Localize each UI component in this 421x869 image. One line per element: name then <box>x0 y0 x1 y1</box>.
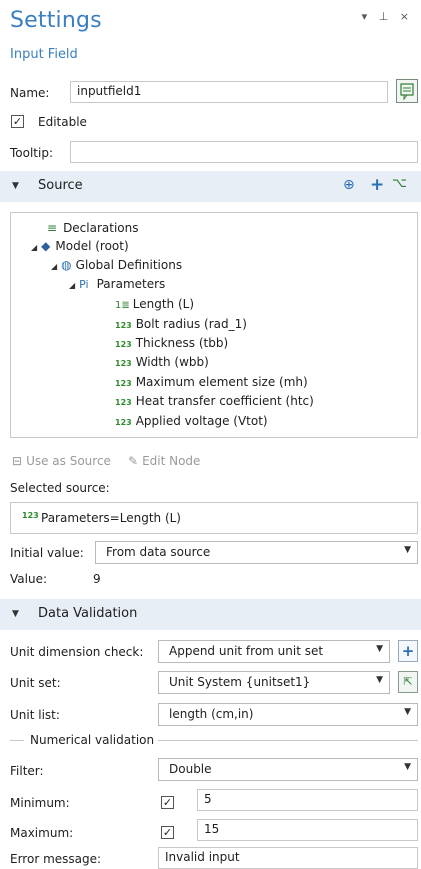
divider <box>158 740 418 741</box>
parameters-icon: Pi <box>79 278 89 291</box>
window-controls[interactable]: ▾ ⊥ × <box>362 10 413 23</box>
go-to-unit-set-button[interactable]: ⇱ <box>398 671 418 693</box>
unit-set-select[interactable]: Unit System {unitset1} ▼ <box>158 671 390 694</box>
tree-item-heat-transfer-coefficient[interactable]: 123 Heat transfer coefficient (htc) <box>115 394 314 408</box>
declarations-icon: ≡ <box>47 221 58 235</box>
minimum-checkbox[interactable]: ✓ <box>161 796 174 809</box>
data-validation-section-title: Data Validation <box>38 606 138 621</box>
chevron-down-icon: ▼ <box>404 762 411 772</box>
tree-item-model[interactable]: ◢ ◆ Model (root) <box>31 239 129 253</box>
selected-source-value: Parameters=Length (L) <box>41 511 181 525</box>
plus-icon: + <box>401 642 415 660</box>
tree-item-length[interactable]: 1≣ Length (L) <box>115 297 194 311</box>
unit-dimension-check-select[interactable]: Append unit from unit set ▼ <box>158 640 390 663</box>
chevron-down-icon: ▼ <box>376 675 383 685</box>
page-subtitle: Input Field <box>10 47 78 62</box>
number-icon: 123 <box>115 359 132 368</box>
numerical-validation-label: Numerical validation <box>30 733 155 747</box>
name-tag-button[interactable] <box>396 79 418 103</box>
selected-source-box: 123 Parameters=Length (L) <box>10 502 418 534</box>
tree-item-global-definitions[interactable]: ◢ ◍ Global Definitions <box>51 258 182 272</box>
expand-icon: ◢ <box>51 262 58 271</box>
model-icon: ◆ <box>41 239 51 253</box>
unit-set-label: Unit set: <box>10 676 61 690</box>
collapse-icon: ▼ <box>12 609 19 619</box>
parameter-list-icon: 1≣ <box>115 300 130 311</box>
source-section-header[interactable]: ▼ Source ⊕ + ⌥ <box>0 171 421 202</box>
number-icon: 123 <box>115 340 132 349</box>
collapse-icon: ▼ <box>12 181 19 191</box>
number-icon: 123 <box>22 511 39 520</box>
tree-item-applied-voltage[interactable]: 123 Applied voltage (Vtot) <box>115 414 268 428</box>
filter-select[interactable]: Double ▼ <box>158 758 418 781</box>
page-title: Settings <box>10 8 102 33</box>
unit-list-select[interactable]: length (cm,in) ▼ <box>158 703 418 726</box>
add-circle-icon[interactable]: ⊕ <box>343 177 355 193</box>
filter-label: Filter: <box>10 764 44 778</box>
go-to-source-icon: ⇱ <box>403 675 413 688</box>
initial-value-label: Initial value: <box>10 546 84 560</box>
tree-item-width[interactable]: 123 Width (wbb) <box>115 355 209 369</box>
unit-dimension-check-label: Unit dimension check: <box>10 645 144 659</box>
tag-icon <box>400 83 414 101</box>
tooltip-field[interactable] <box>70 141 418 163</box>
edit-node-icon: ✎ <box>128 454 139 468</box>
editable-label: Editable <box>38 115 87 129</box>
tree-item-parameters[interactable]: ◢ Pi Parameters <box>69 277 165 291</box>
name-field[interactable]: inputfield1 <box>70 81 388 103</box>
divider <box>10 740 24 741</box>
maximum-field[interactable]: 15 <box>197 819 418 841</box>
selected-source-label: Selected source: <box>10 481 110 495</box>
edit-node-button[interactable]: ✎ Edit Node <box>128 454 200 468</box>
data-validation-section-header[interactable]: ▼ Data Validation <box>0 599 421 630</box>
source-section-title: Source <box>38 178 83 193</box>
number-icon: 123 <box>115 379 132 388</box>
tree-item-maximum-element-size[interactable]: 123 Maximum element size (mh) <box>115 375 308 389</box>
add-tree-icon[interactable]: ⌥ <box>392 176 407 191</box>
maximum-checkbox[interactable]: ✓ <box>161 826 174 839</box>
number-icon: 123 <box>115 398 132 407</box>
globe-icon: ◍ <box>61 258 72 272</box>
source-tree[interactable]: ≡ Declarations ◢ ◆ Model (root) ◢ ◍ Global De… <box>10 212 418 438</box>
tree-item-bolt-radius[interactable]: 123 Bolt radius (rad_1) <box>115 317 247 331</box>
error-message-field[interactable]: Invalid input <box>158 847 418 869</box>
name-label: Name: <box>10 86 50 100</box>
chevron-down-icon: ▼ <box>404 707 411 717</box>
minimum-label: Minimum: <box>10 796 70 810</box>
tree-item-declarations[interactable]: ≡ Declarations <box>47 221 139 235</box>
expand-icon: ◢ <box>31 243 38 252</box>
minimum-field[interactable]: 5 <box>197 789 418 811</box>
use-as-source-button[interactable]: ⊟ Use as Source <box>12 454 111 468</box>
initial-value-select[interactable]: From data source ▼ <box>95 541 418 564</box>
tooltip-label: Tooltip: <box>10 146 54 160</box>
expand-icon: ◢ <box>69 281 76 290</box>
value-label: Value: <box>10 572 47 586</box>
number-icon: 123 <box>115 321 132 330</box>
value-readout: 9 <box>93 572 101 586</box>
use-as-source-icon: ⊟ <box>12 454 23 468</box>
add-icon[interactable]: + <box>370 175 384 195</box>
chevron-down-icon: ▼ <box>376 644 383 654</box>
maximum-label: Maximum: <box>10 826 74 840</box>
tree-item-thickness[interactable]: 123 Thickness (tbb) <box>115 336 228 350</box>
editable-checkbox[interactable]: ✓ <box>11 115 24 128</box>
unit-list-label: Unit list: <box>10 708 60 722</box>
chevron-down-icon: ▼ <box>404 545 411 555</box>
add-unit-button[interactable]: + <box>398 640 418 662</box>
number-icon: 123 <box>115 418 132 427</box>
